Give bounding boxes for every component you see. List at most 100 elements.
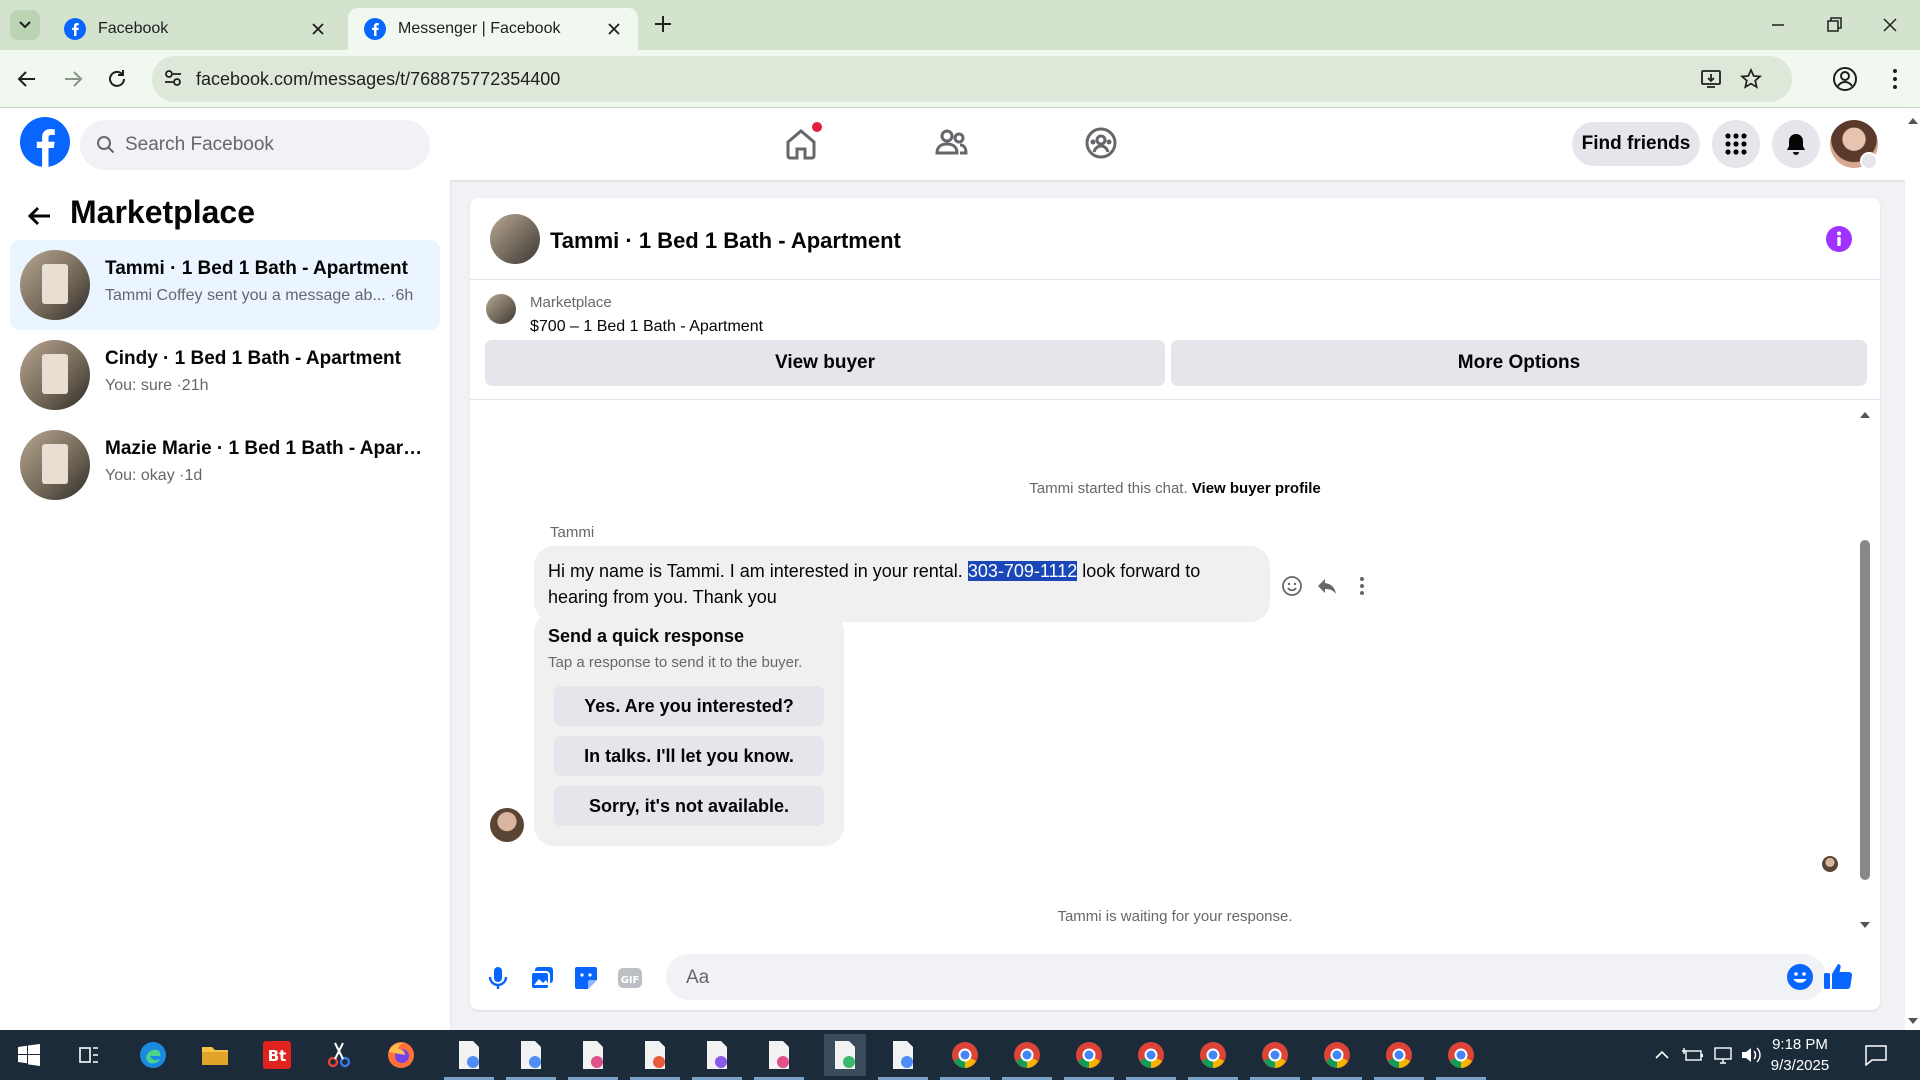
start-button[interactable] (12, 1038, 46, 1072)
more-options-button[interactable]: More Options (1171, 340, 1867, 386)
view-buyer-button[interactable]: View buyer (485, 340, 1165, 386)
document-taskbar-button[interactable] (754, 1038, 804, 1080)
chrome-taskbar-button[interactable] (940, 1038, 990, 1080)
chrome-taskbar-button[interactable] (1374, 1038, 1424, 1080)
quick-response-subtitle: Tap a response to send it to the buyer. (548, 654, 803, 671)
message-input[interactable]: Aa (666, 954, 1826, 1000)
quick-response-button[interactable]: Yes. Are you interested? (554, 686, 824, 726)
reply-icon[interactable] (1315, 574, 1339, 598)
new-tab-plus-icon[interactable] (651, 12, 675, 36)
chat-title[interactable]: Tammi · 1 Bed 1 Bath - Apartment (550, 228, 901, 254)
document-taskbar-button[interactable] (630, 1038, 680, 1080)
microphone-icon[interactable] (484, 964, 512, 992)
chrome-taskbar-button[interactable] (1002, 1038, 1052, 1080)
listing-thumbnail (486, 294, 516, 324)
tab-messenger[interactable]: Messenger | Facebook (348, 8, 638, 50)
chrome-taskbar-button[interactable] (1312, 1038, 1362, 1080)
friends-nav-button[interactable] (928, 120, 974, 166)
minimize-icon[interactable] (1766, 13, 1790, 37)
taskbar-clock[interactable]: 9:18 PM 9/3/2025 (1760, 1034, 1840, 1076)
message-bubble[interactable]: Hi my name is Tammi. I am interested in … (534, 546, 1270, 622)
notifications-button[interactable] (1772, 120, 1820, 168)
conversation-item[interactable]: Tammi · 1 Bed 1 Bath - Apartment Tammi C… (10, 240, 440, 330)
scroll-up-arrow-icon[interactable] (1860, 410, 1870, 418)
conversation-item[interactable]: Mazie Marie · 1 Bed 1 Bath - Apart... Yo… (10, 420, 440, 510)
bt-app-taskbar-button[interactable]: Bt (260, 1038, 294, 1072)
react-emoji-icon[interactable] (1280, 574, 1304, 598)
close-tab-button[interactable] (308, 19, 328, 39)
menu-button[interactable] (1712, 120, 1760, 168)
install-app-icon[interactable] (1700, 68, 1722, 90)
marketplace-listing-banner: Marketplace $700 – 1 Bed 1 Bath - Apartm… (470, 280, 1880, 400)
thread-scrollbar[interactable] (1860, 410, 1870, 930)
bookmark-star-icon[interactable] (1740, 68, 1762, 90)
tab-facebook[interactable]: Facebook (48, 8, 342, 50)
firefox-taskbar-button[interactable] (384, 1038, 418, 1072)
scroll-up-arrow-icon[interactable] (1908, 116, 1918, 124)
sticker-icon[interactable] (572, 964, 600, 992)
quick-response-button[interactable]: Sorry, it's not available. (554, 786, 824, 826)
address-bar[interactable]: facebook.com/messages/t/768875772354400 (152, 56, 1792, 102)
close-tab-button[interactable] (604, 19, 624, 39)
quick-response-title: Send a quick response (548, 626, 745, 646)
emoji-icon[interactable] (1786, 963, 1814, 991)
friends-icon (935, 129, 968, 155)
scroll-thumb[interactable] (1860, 540, 1870, 880)
chevron-up-icon[interactable] (1654, 1047, 1670, 1063)
more-vertical-icon[interactable] (1350, 574, 1374, 598)
document-taskbar-button[interactable] (506, 1038, 556, 1080)
battery-icon[interactable] (1682, 1045, 1704, 1065)
chrome-taskbar-button[interactable] (1064, 1038, 1114, 1080)
site-info-icon[interactable] (162, 67, 184, 89)
notification-center-icon[interactable] (1864, 1044, 1888, 1066)
thumbs-up-icon[interactable] (1822, 960, 1854, 992)
chrome-taskbar-button[interactable] (1250, 1038, 1300, 1080)
snipping-tool-taskbar-button[interactable] (322, 1038, 356, 1072)
conversation-item[interactable]: Cindy · 1 Bed 1 Bath - Apartment You: su… (10, 330, 440, 420)
scroll-down-arrow-icon[interactable] (1908, 1018, 1918, 1026)
listing-title[interactable]: $700 – 1 Bed 1 Bath - Apartment (530, 318, 763, 336)
bell-icon (1787, 134, 1805, 155)
reload-icon[interactable] (104, 66, 130, 92)
photo-icon[interactable] (528, 964, 556, 992)
chrome-taskbar-button[interactable] (1126, 1038, 1176, 1080)
chrome-taskbar-button[interactable] (1188, 1038, 1238, 1080)
document-taskbar-button[interactable] (444, 1038, 494, 1080)
scroll-down-arrow-icon[interactable] (1860, 922, 1870, 930)
account-chevron-icon[interactable] (1860, 152, 1878, 170)
facebook-search-input[interactable]: Search Facebook (80, 120, 430, 170)
search-placeholder: Search Facebook (125, 134, 274, 155)
chat-avatar[interactable] (490, 214, 540, 264)
view-buyer-profile-link[interactable]: View buyer profile (1192, 480, 1321, 497)
chrome-taskbar-button[interactable] (1436, 1038, 1486, 1080)
quick-response-button[interactable]: In talks. I'll let you know. (554, 736, 824, 776)
restore-icon[interactable] (1822, 13, 1846, 37)
home-nav-button[interactable] (778, 120, 824, 166)
volume-icon[interactable] (1740, 1045, 1762, 1065)
facebook-favicon-icon (364, 18, 386, 40)
close-window-icon[interactable] (1878, 13, 1902, 37)
more-vertical-icon[interactable] (1882, 66, 1908, 92)
document-taskbar-button[interactable] (568, 1038, 618, 1080)
profile-icon[interactable] (1832, 66, 1858, 92)
back-arrow-icon[interactable] (24, 200, 56, 232)
forward-icon[interactable] (60, 66, 86, 92)
edge-taskbar-button[interactable] (136, 1038, 170, 1072)
conversation-thumbnail (20, 250, 90, 320)
page-scrollbar[interactable] (1905, 108, 1920, 1030)
task-view-button[interactable] (72, 1038, 106, 1072)
tab-search-button[interactable] (10, 10, 40, 40)
sender-avatar[interactable] (490, 808, 524, 842)
document-taskbar-button-active[interactable] (824, 1034, 866, 1076)
gif-icon[interactable]: GIF (616, 964, 644, 992)
back-icon[interactable] (14, 66, 40, 92)
network-icon[interactable] (1712, 1045, 1734, 1065)
find-friends-button[interactable]: Find friends (1572, 122, 1700, 166)
chat-header: Tammi · 1 Bed 1 Bath - Apartment (470, 198, 1880, 280)
document-taskbar-button[interactable] (692, 1038, 742, 1080)
info-icon[interactable] (1826, 226, 1852, 252)
facebook-logo-icon[interactable] (20, 117, 70, 167)
groups-nav-button[interactable] (1078, 120, 1124, 166)
file-explorer-taskbar-button[interactable] (198, 1038, 232, 1072)
document-taskbar-button[interactable] (878, 1038, 928, 1080)
